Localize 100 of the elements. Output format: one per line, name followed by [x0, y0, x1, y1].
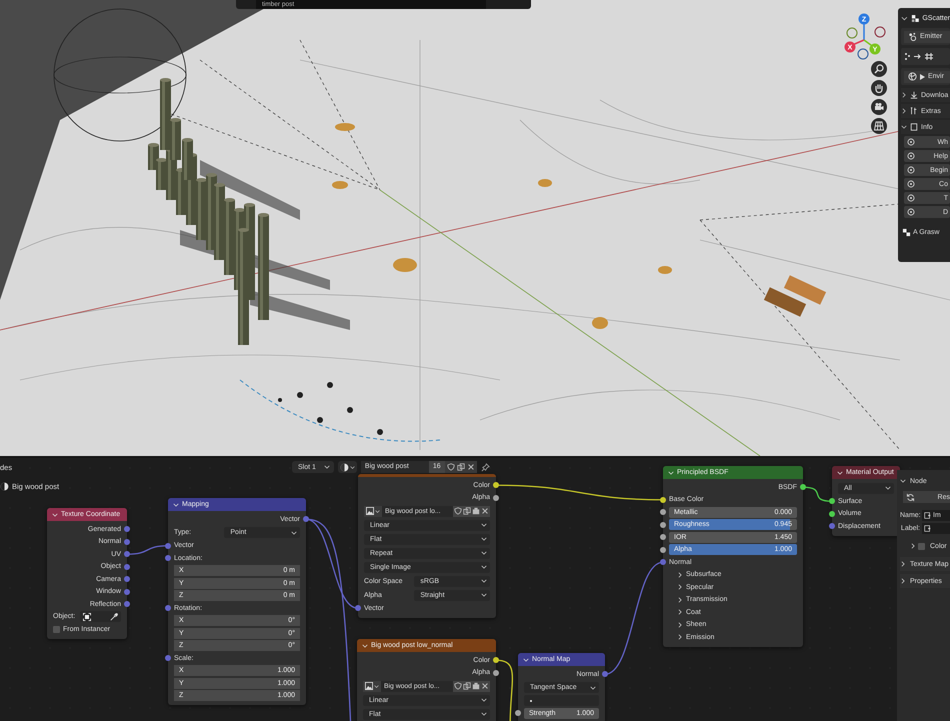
image-browse-button[interactable]: [364, 506, 382, 516]
node-icon: [924, 525, 931, 532]
negative-axis-handle[interactable]: [858, 48, 868, 60]
map-spot: [658, 266, 672, 274]
package-icon[interactable]: [472, 682, 480, 690]
map-dot: [278, 398, 282, 402]
eyedropper-icon[interactable]: [110, 612, 118, 621]
image-icon: [366, 507, 374, 515]
input-socket[interactable]: [660, 534, 666, 540]
image-browse-button[interactable]: [363, 680, 381, 692]
chevron-icon: [481, 564, 487, 570]
map-spot: [332, 181, 348, 189]
label-field[interactable]: [922, 523, 950, 534]
input-socket[interactable]: [165, 655, 171, 662]
chevron-icon: [481, 550, 487, 556]
grid-icon: [874, 121, 884, 131]
input-socket[interactable]: [660, 522, 666, 528]
input-socket[interactable]: [355, 605, 361, 612]
shield-icon[interactable]: [454, 682, 462, 690]
output-socket[interactable]: [493, 657, 499, 664]
timber-swatches-drawing: [764, 275, 826, 317]
input-socket[interactable]: [829, 523, 835, 530]
object-icon: [83, 612, 92, 621]
chevron-icon: [900, 478, 906, 484]
chevron-icon: [291, 530, 297, 536]
chevron-icon: [324, 464, 330, 470]
download-icon: [910, 91, 918, 99]
globe-icon: [908, 72, 917, 81]
input-socket[interactable]: [165, 605, 171, 612]
chevron-icon[interactable]: [668, 470, 674, 476]
chevron-icon[interactable]: [362, 642, 368, 648]
object-field[interactable]: [80, 611, 121, 622]
map-dot: [317, 417, 323, 423]
refresh-icon: [906, 492, 915, 502]
input-socket[interactable]: [829, 498, 835, 504]
close-icon[interactable]: [466, 463, 475, 471]
close-icon[interactable]: [481, 507, 489, 515]
chevron-icon: [590, 684, 596, 690]
chevron-icon: [900, 578, 906, 584]
chevron-icon: [901, 108, 907, 114]
shield-icon[interactable]: [446, 463, 455, 471]
input-socket[interactable]: [660, 509, 666, 516]
map-dot: [347, 407, 353, 413]
chevron-icon[interactable]: [910, 543, 916, 549]
output-socket[interactable]: [800, 484, 806, 490]
input-socket[interactable]: [165, 555, 171, 562]
checkbox[interactable]: [918, 542, 925, 550]
map-spot: [393, 258, 417, 272]
camera-icon: [874, 102, 884, 112]
shield-icon[interactable]: [454, 507, 462, 515]
output-socket[interactable]: [493, 670, 499, 676]
chevron-icon[interactable]: [901, 14, 908, 22]
map-spot: [538, 179, 552, 187]
negative-axis-handle[interactable]: [846, 28, 858, 38]
image-icon: [365, 682, 373, 690]
chevron-icon: [481, 711, 487, 717]
chevron-icon: [901, 92, 907, 98]
material-sphere-icon: [340, 462, 349, 472]
map-spot: [592, 317, 608, 329]
input-socket[interactable]: [660, 546, 666, 553]
copy-icon[interactable]: [463, 507, 471, 515]
chevron-icon: [481, 592, 487, 598]
close-icon[interactable]: [481, 682, 489, 690]
material-browse-button[interactable]: [338, 461, 357, 473]
hand-icon: [874, 83, 884, 93]
checkbox[interactable]: [53, 626, 60, 633]
copy-icon[interactable]: [456, 463, 465, 471]
chevron-icon[interactable]: [52, 512, 58, 518]
negative-axis-handle[interactable]: [874, 26, 886, 38]
magnifier-icon: [874, 64, 884, 74]
copy-icon[interactable]: [463, 682, 471, 690]
map-spot: [335, 123, 355, 131]
chevron-icon: [375, 508, 380, 514]
chevron-icon: [481, 522, 487, 528]
map-dot: [377, 429, 383, 435]
node-icon: [924, 512, 931, 519]
emitter-icon: [908, 32, 917, 41]
chevron-icon: [481, 578, 487, 584]
input-socket[interactable]: [660, 559, 666, 566]
cube-icon: [910, 14, 920, 22]
chevron-icon: [900, 561, 906, 567]
chevron-icon: [481, 536, 487, 542]
chevron-icon: [350, 464, 355, 470]
chevron-icon: [374, 684, 379, 688]
package-icon[interactable]: [472, 507, 480, 515]
input-socket[interactable]: [660, 496, 666, 503]
chevron-icon[interactable]: [523, 656, 529, 662]
input-socket[interactable]: [515, 710, 521, 716]
pin-icon[interactable]: [480, 462, 490, 472]
map-dot: [297, 392, 303, 398]
uv-map-field[interactable]: [524, 695, 599, 706]
scatter-icon: [904, 52, 934, 61]
chevron-icon: [885, 485, 891, 491]
chevron-icon[interactable]: [173, 502, 179, 508]
input-socket[interactable]: [165, 542, 171, 549]
tools-icon: [910, 107, 918, 115]
output-socket[interactable]: [493, 482, 499, 488]
chevron-icon[interactable]: [837, 470, 843, 476]
output-socket[interactable]: [493, 494, 499, 501]
input-socket[interactable]: [829, 510, 835, 517]
